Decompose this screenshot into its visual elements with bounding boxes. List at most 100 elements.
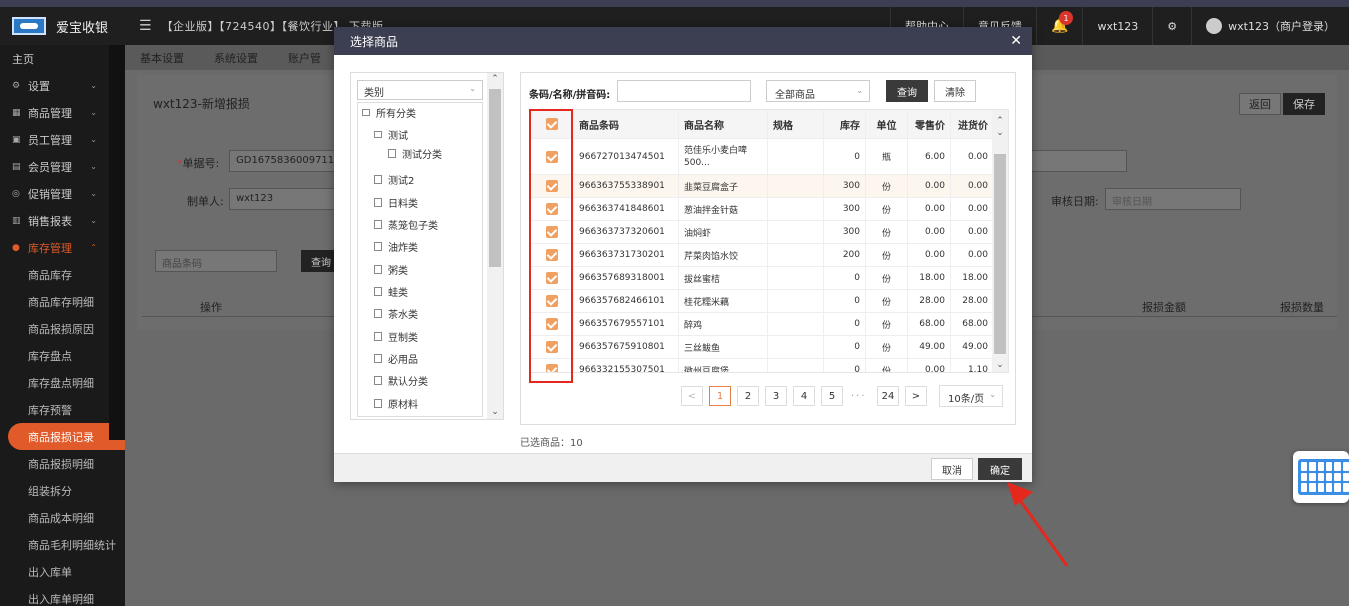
confirm-button[interactable]: 确定	[978, 458, 1022, 480]
table-row[interactable]: 966357679557101 醉鸡 0 份 68.00 68.00	[530, 313, 994, 336]
page-button[interactable]: 3	[765, 386, 787, 406]
sidebar-sub-item-current[interactable]: 商品报损记录	[8, 423, 125, 450]
prev-page-button[interactable]: <	[681, 386, 703, 406]
sidebar-item-members[interactable]: ▤ 会员管理 ⌄	[0, 153, 125, 180]
table-row[interactable]: 966363737320601 油焖虾 300 份 0.00 0.00	[530, 221, 994, 244]
page-button-current[interactable]: 1	[709, 386, 731, 406]
table-row[interactable]: 966363731730201 芹菜肉馅水饺 200 份 0.00 0.00	[530, 244, 994, 267]
col-operation: 操作	[200, 301, 222, 314]
sidebar-sub-item[interactable]: 库存预警	[0, 396, 125, 423]
barcode-search-button[interactable]: 查询	[301, 250, 337, 272]
sidebar-sub-item[interactable]: 商品报损明细	[0, 450, 125, 477]
table-row[interactable]: 966357675910801 三丝鲅鱼 0 份 49.00 49.00	[530, 336, 994, 359]
category-node[interactable]: 测试分类	[388, 144, 442, 162]
sidebar-item-staff[interactable]: ▣ 员工管理 ⌄	[0, 126, 125, 153]
table-row[interactable]: 966727013474501 范佳乐小麦白啤500... 0 瓶 6.00 0…	[530, 139, 994, 175]
sidebar-sub-item[interactable]: 库存盘点明细	[0, 369, 125, 396]
sidebar-sub-item[interactable]: 商品毛利明细统计	[0, 531, 125, 558]
category-node[interactable]: 原材料	[374, 394, 418, 412]
cell-retail: 6.00	[908, 139, 951, 174]
scroll-down-icon[interactable]: ⌄	[992, 128, 1008, 138]
category-node[interactable]: 必用品	[374, 349, 418, 367]
sidebar-sub-item[interactable]: 商品库存	[0, 261, 125, 288]
tab-system-settings[interactable]: 系统设置	[199, 50, 273, 66]
sidebar-item-settings[interactable]: ⚙ 设置 ⌄	[0, 72, 125, 99]
category-scrollbar[interactable]: ⌃ ⌄	[487, 73, 503, 419]
table-row[interactable]: 966357682466101 桂花糯米藕 0 份 28.00 28.00	[530, 290, 994, 313]
category-node[interactable]: 测试2	[374, 170, 414, 188]
page-button[interactable]: 4	[793, 386, 815, 406]
cell-unit: 份	[866, 175, 908, 197]
cell-stock: 0	[824, 359, 866, 372]
scroll-thumb[interactable]	[489, 89, 501, 267]
sidebar-sub-item[interactable]: 库存盘点	[0, 342, 125, 369]
sidebar-item-inventory[interactable]: ● 库存管理 ⌃	[0, 234, 125, 261]
sidebar-sub-item[interactable]: 出入库单	[0, 558, 125, 585]
category-node[interactable]: 茶水类	[374, 304, 418, 322]
user-menu[interactable]: wxt123（商户登录）	[1191, 7, 1349, 45]
category-node[interactable]: 日料类	[374, 193, 418, 211]
page-size-select[interactable]: 10条/页 ⌄	[939, 385, 1003, 407]
category-node[interactable]: 豆制类	[374, 327, 418, 345]
scroll-up-icon[interactable]: ⌃	[487, 74, 503, 84]
right-field[interactable]	[1027, 150, 1127, 172]
sidebar-sub-item[interactable]: 组装拆分	[0, 477, 125, 504]
scroll-up-icon[interactable]: ⌃	[992, 116, 1008, 126]
table-row[interactable]: 966363755338901 韭菜豆腐盒子 300 份 0.00 0.00	[530, 175, 994, 198]
sidebar-sub-item[interactable]: 商品成本明细	[0, 504, 125, 531]
cell-stock: 300	[824, 221, 866, 243]
sidebar-item-sales-report[interactable]: ▥ 销售报表 ⌄	[0, 207, 125, 234]
red-arrow-annotation	[1007, 482, 1069, 567]
clear-button[interactable]: 清除	[934, 80, 976, 102]
dialog-header: 选择商品 ✕	[334, 27, 1032, 55]
category-select[interactable]: 类别 ⌄	[357, 80, 483, 100]
menu-toggle-icon[interactable]: ☰	[139, 18, 152, 34]
category-node[interactable]: 油炸类	[374, 237, 418, 255]
keyboard-icon[interactable]	[1293, 451, 1349, 503]
table-row[interactable]: 966357689318001 拔丝蜜桔 0 份 18.00 18.00	[530, 267, 994, 290]
cell-barcode: 966357679557101	[574, 313, 679, 335]
sidebar-sub-item[interactable]: 商品库存明细	[0, 288, 125, 315]
tab-basic-settings[interactable]: 基本设置	[125, 50, 199, 66]
order-no-field[interactable]: GD1675836009711	[229, 150, 349, 172]
maker-field[interactable]: wxt123	[229, 188, 349, 210]
category-node[interactable]: 所有分类	[362, 103, 416, 121]
sidebar-sub-item[interactable]: 商品报损原因	[0, 315, 125, 342]
table-row[interactable]: 966332155307501 徽州豆腐煲 0 份 0.00 1.10	[530, 359, 994, 372]
category-node[interactable]: 蛙类	[374, 282, 408, 300]
scroll-down-icon[interactable]: ⌄	[992, 360, 1008, 370]
goods-table-scrollbar[interactable]: ⌃ ⌄ ⌄	[992, 110, 1008, 372]
sidebar-sub-item[interactable]: 出入库单明细	[0, 585, 125, 606]
next-page-button[interactable]: >	[905, 386, 927, 406]
back-button[interactable]: 返回	[1239, 93, 1281, 115]
table-row[interactable]: 966363741848601 葱油拌金针菇 300 份 0.00 0.00	[530, 198, 994, 221]
goods-search-input[interactable]	[617, 80, 751, 102]
category-node[interactable]: 粥类	[374, 260, 408, 278]
sidebar-item-home[interactable]: 主页	[0, 45, 125, 72]
page-button[interactable]: 5	[821, 386, 843, 406]
query-button[interactable]: 查询	[886, 80, 928, 102]
staff-icon: ▣	[12, 134, 21, 145]
scroll-down-icon[interactable]: ⌄	[487, 407, 503, 417]
tab-account[interactable]: 账户管	[273, 50, 336, 66]
audit-date-field[interactable]: 审核日期	[1105, 188, 1241, 210]
category-node[interactable]: 测试	[374, 125, 408, 143]
cancel-button[interactable]: 取消	[931, 458, 973, 480]
goods-scope-select[interactable]: 全部商品 ⌄	[766, 80, 870, 102]
scroll-thumb[interactable]	[994, 154, 1006, 354]
category-node[interactable]: 蒸笼包子类	[374, 215, 438, 233]
cell-spec	[768, 221, 824, 243]
page-button-last[interactable]: 24	[877, 386, 899, 406]
notification-button[interactable]: 🔔 1	[1036, 7, 1082, 45]
close-icon[interactable]: ✕	[1010, 33, 1022, 49]
cell-retail: 68.00	[908, 313, 951, 335]
user-short[interactable]: wxt123	[1082, 7, 1152, 45]
sidebar-item-promotion[interactable]: ◎ 促销管理 ⌄	[0, 180, 125, 207]
barcode-search-input[interactable]: 商品条码	[155, 250, 277, 272]
sidebar-item-goods[interactable]: ▦ 商品管理 ⌄	[0, 99, 125, 126]
category-node[interactable]: 默认分类	[374, 371, 428, 389]
cell-unit: 份	[866, 290, 908, 312]
settings-gear-icon[interactable]: ⚙	[1152, 7, 1191, 45]
page-button[interactable]: 2	[737, 386, 759, 406]
save-button[interactable]: 保存	[1283, 93, 1325, 115]
